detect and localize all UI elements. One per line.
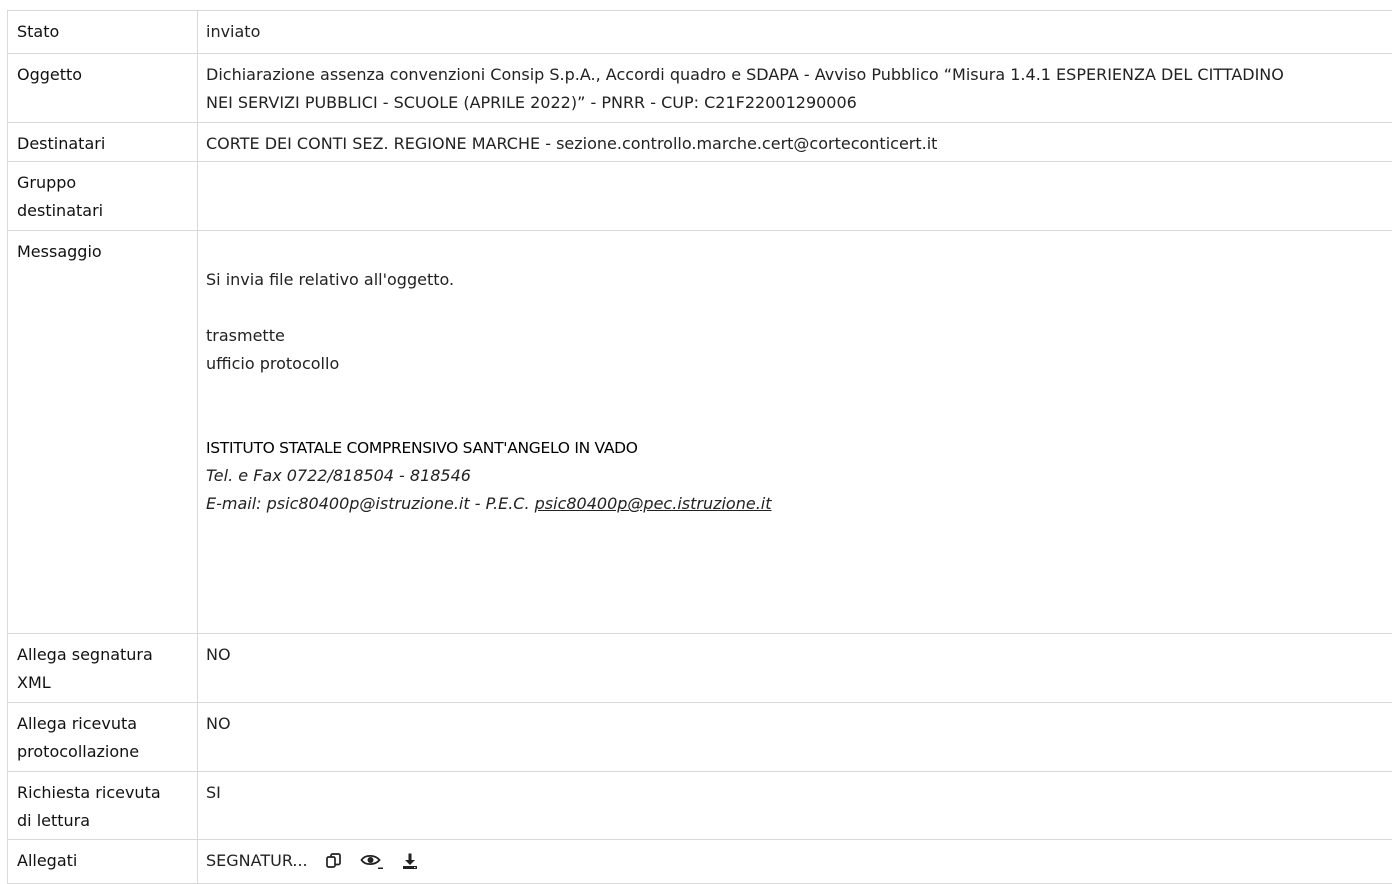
copy-icon[interactable] bbox=[325, 852, 343, 870]
label-stato: Stato bbox=[8, 11, 198, 54]
signature-email: E-mail: psic80400p@istruzione.it - P.E.C… bbox=[206, 490, 1380, 518]
value-allega-segnatura: NO bbox=[198, 634, 1392, 703]
message-sender-line-2: ufficio protocollo bbox=[206, 350, 1380, 378]
label-gruppo-destinatari: Gruppo destinatari bbox=[8, 162, 198, 231]
value-oggetto: Dichiarazione assenza convenzioni Consip… bbox=[198, 54, 1392, 123]
value-richiesta-ricevuta: SI bbox=[198, 772, 1392, 840]
oggetto-line-1: Dichiarazione assenza convenzioni Consip… bbox=[206, 61, 1380, 89]
row-oggetto: Oggetto Dichiarazione assenza convenzion… bbox=[8, 54, 1392, 123]
label-messaggio: Messaggio bbox=[8, 231, 198, 634]
message-sender-line-1: trasmette bbox=[206, 322, 1380, 350]
allega-ricevuta-label-line-1: Allega ricevuta bbox=[17, 710, 191, 738]
message-spacer bbox=[206, 378, 1380, 434]
row-richiesta-ricevuta: Richiesta ricevuta di lettura SI bbox=[8, 772, 1392, 840]
label-oggetto: Oggetto bbox=[8, 54, 198, 123]
detail-table: Stato inviato Oggetto Dichiarazione asse… bbox=[7, 10, 1392, 884]
value-messaggio: Si invia file relativo all'oggetto. tras… bbox=[198, 231, 1392, 634]
signature-email-prefix: E-mail: psic80400p@istruzione.it - P.E.C… bbox=[206, 494, 535, 513]
gruppo-label-line-1: Gruppo bbox=[17, 169, 191, 197]
row-gruppo-destinatari: Gruppo destinatari bbox=[8, 162, 1392, 231]
row-destinatari: Destinatari CORTE DEI CONTI SEZ. REGIONE… bbox=[8, 123, 1392, 162]
allega-segnatura-label-line-2: XML bbox=[17, 669, 191, 697]
oggetto-line-2: NEI SERVIZI PUBBLICI - SCUOLE (APRILE 20… bbox=[206, 89, 1380, 117]
label-richiesta-ricevuta: Richiesta ricevuta di lettura bbox=[8, 772, 198, 840]
richiesta-ricevuta-label-line-2: di lettura bbox=[17, 807, 191, 835]
message-spacer bbox=[206, 238, 1380, 266]
pec-email-link[interactable]: psic80400p@pec.istruzione.it bbox=[535, 494, 772, 513]
label-allega-ricevuta: Allega ricevuta protocollazione bbox=[8, 703, 198, 772]
label-destinatari: Destinatari bbox=[8, 123, 198, 162]
eye-icon[interactable] bbox=[360, 852, 384, 870]
label-allega-segnatura: Allega segnatura XML bbox=[8, 634, 198, 703]
message-detail: Stato inviato Oggetto Dichiarazione asse… bbox=[7, 10, 1392, 884]
signature-tel: Tel. e Fax 0722/818504 - 818546 bbox=[206, 462, 1380, 490]
row-messaggio: Messaggio Si invia file relativo all'ogg… bbox=[8, 231, 1392, 634]
allega-segnatura-label-line-1: Allega segnatura bbox=[17, 641, 191, 669]
value-destinatari: CORTE DEI CONTI SEZ. REGIONE MARCHE - se… bbox=[198, 123, 1392, 162]
allega-ricevuta-label-line-2: protocollazione bbox=[17, 738, 191, 766]
download-icon[interactable] bbox=[401, 852, 419, 870]
gruppo-label-line-2: destinatari bbox=[17, 197, 191, 225]
attachment-file-name: SEGNATUR... bbox=[206, 847, 308, 875]
richiesta-ricevuta-label-line-1: Richiesta ricevuta bbox=[17, 779, 191, 807]
row-allega-segnatura: Allega segnatura XML NO bbox=[8, 634, 1392, 703]
row-allega-ricevuta: Allega ricevuta protocollazione NO bbox=[8, 703, 1392, 772]
message-spacer bbox=[206, 294, 1380, 322]
message-spacer bbox=[206, 518, 1380, 630]
value-gruppo-destinatari bbox=[198, 162, 1392, 231]
row-stato: Stato inviato bbox=[8, 11, 1392, 54]
value-allega-ricevuta: NO bbox=[198, 703, 1392, 772]
signature-org-name: ISTITUTO STATALE COMPRENSIVO SANT'ANGELO… bbox=[206, 434, 1380, 462]
message-intro: Si invia file relativo all'oggetto. bbox=[206, 266, 1380, 294]
value-stato: inviato bbox=[198, 11, 1392, 54]
